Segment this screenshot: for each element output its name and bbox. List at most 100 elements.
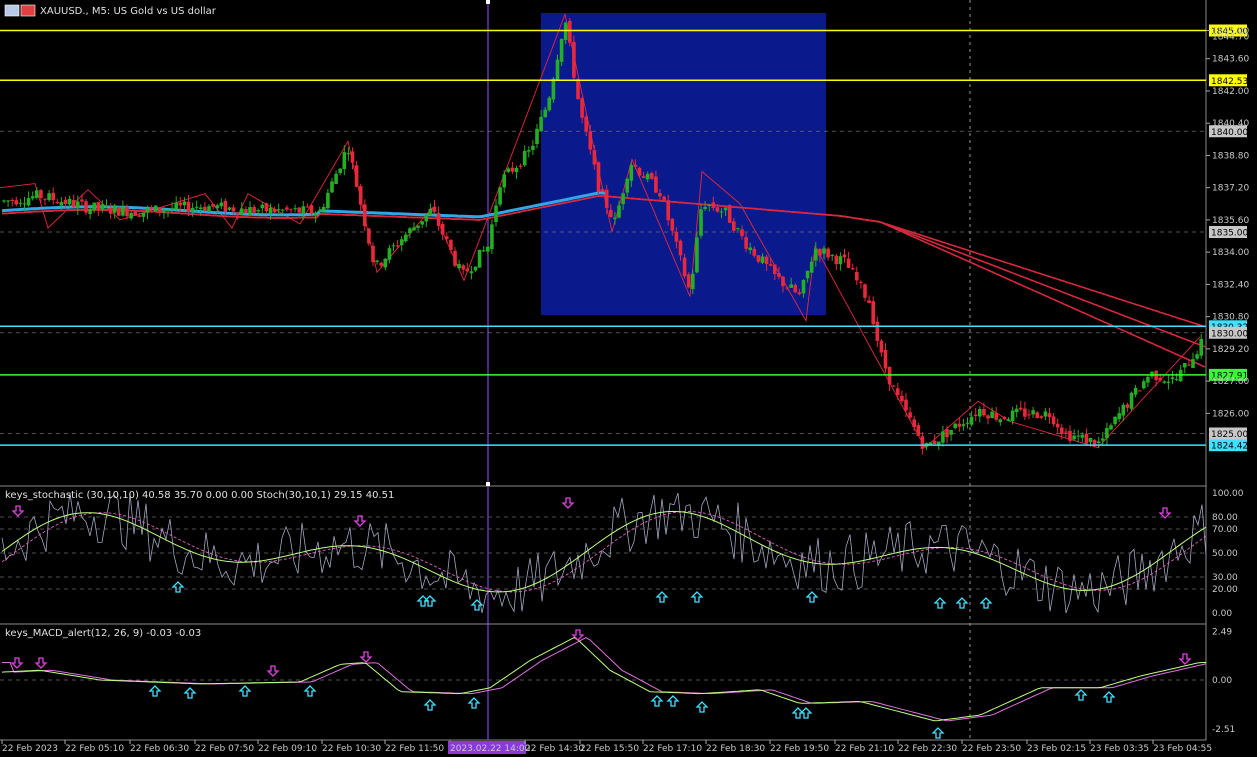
x-tick-label: 22 Feb 19:50 bbox=[770, 744, 829, 754]
macd-up-arrow bbox=[238, 685, 252, 697]
x-tick-label: 22 Feb 21:10 bbox=[835, 744, 894, 754]
candle-body bbox=[354, 165, 359, 187]
candle-body bbox=[149, 207, 154, 209]
candle-body bbox=[166, 210, 170, 211]
candle-body bbox=[92, 202, 96, 211]
x-tick-label: 23 Feb 02:15 bbox=[1027, 744, 1086, 754]
candle-body bbox=[104, 205, 109, 207]
candle-body bbox=[1166, 381, 1171, 383]
candle-body bbox=[498, 187, 502, 205]
candle-body bbox=[1031, 410, 1035, 415]
candle-body bbox=[174, 202, 178, 209]
x-tick-label: 22 Feb 23:50 bbox=[962, 744, 1021, 754]
macd-down-arrow bbox=[1178, 653, 1192, 665]
candle-body bbox=[39, 190, 43, 198]
candle-body bbox=[637, 167, 642, 176]
candle-body bbox=[186, 201, 191, 213]
candle-body bbox=[510, 167, 515, 172]
x-tick-label: 22 Feb 15:50 bbox=[580, 744, 639, 754]
candle-body bbox=[527, 150, 531, 152]
candle-body bbox=[781, 276, 785, 287]
candle-body bbox=[461, 265, 465, 270]
candle-body bbox=[539, 116, 543, 132]
y-tick-label: 1843.60 bbox=[1212, 55, 1249, 65]
stoch-down-arrow bbox=[1158, 507, 1172, 519]
candle-body bbox=[600, 189, 605, 192]
y-tick-label: 1840.40 bbox=[1212, 119, 1249, 129]
candle-body bbox=[1096, 441, 1101, 443]
stoch-up-arrow bbox=[655, 591, 669, 603]
stoch-tick-label: 70.00 bbox=[1212, 525, 1238, 535]
candle-body bbox=[367, 228, 371, 244]
x-tick-label: 22 Feb 14:30 bbox=[525, 744, 584, 754]
candle-body bbox=[1174, 379, 1179, 381]
candle-body bbox=[764, 256, 769, 264]
candle-body bbox=[43, 198, 47, 200]
stoch-up-arrow bbox=[955, 597, 969, 609]
y-tick-label: 1838.80 bbox=[1212, 151, 1249, 161]
candle-body bbox=[112, 205, 117, 213]
candle-body bbox=[63, 199, 68, 204]
candle-body bbox=[863, 284, 867, 298]
candle-body bbox=[1137, 390, 1142, 392]
macd-up-arrow bbox=[695, 701, 709, 713]
candle-body bbox=[153, 205, 158, 212]
candle-body bbox=[879, 340, 884, 353]
candle-body bbox=[1199, 338, 1203, 356]
candle-body bbox=[1125, 404, 1130, 408]
stoch-tick-label: 20.00 bbox=[1212, 585, 1238, 595]
stoch-up-arrow bbox=[979, 597, 993, 609]
candle-body bbox=[379, 262, 383, 266]
stoch-up-arrow bbox=[805, 591, 819, 603]
x-tick-label: 23 Feb 04:55 bbox=[1153, 744, 1212, 754]
candle-body bbox=[645, 173, 650, 180]
candle-body bbox=[973, 414, 978, 416]
candle-body bbox=[432, 206, 437, 212]
stoch-tick-label: 50.00 bbox=[1212, 549, 1238, 559]
candle-body bbox=[1121, 404, 1126, 416]
candle-body bbox=[568, 20, 572, 43]
candle-body bbox=[949, 430, 953, 435]
candle-body bbox=[170, 208, 174, 210]
stoch-up-arrow bbox=[171, 581, 185, 593]
candle-body bbox=[1146, 376, 1150, 383]
macd-down-arrow bbox=[34, 657, 48, 669]
candle-body bbox=[617, 205, 621, 218]
candle-body bbox=[1158, 377, 1162, 381]
candle-body bbox=[121, 206, 125, 216]
candle-body bbox=[465, 268, 470, 272]
macd-main-line bbox=[1, 637, 1206, 722]
candle-body bbox=[707, 204, 711, 206]
candle-body bbox=[211, 203, 215, 207]
candle-body bbox=[1113, 416, 1117, 425]
candle-body bbox=[391, 245, 396, 247]
stoch-title: keys_stochastic (30,10,10) 40.58 35.70 0… bbox=[5, 490, 394, 501]
macd-up-arrow bbox=[650, 695, 664, 707]
candle-body bbox=[748, 247, 752, 251]
candle-body bbox=[945, 429, 949, 438]
candle-body bbox=[1084, 433, 1089, 444]
candle-body bbox=[859, 281, 863, 283]
candle-body bbox=[543, 109, 547, 117]
macd-down-arrow bbox=[359, 651, 373, 663]
candle-body bbox=[1010, 410, 1015, 421]
candle-body bbox=[1072, 435, 1076, 440]
candle-body bbox=[1191, 359, 1195, 368]
macd-up-arrow bbox=[1102, 691, 1116, 703]
chart-canvas: 1845.001842.531830.321827.911824.421840.… bbox=[0, 0, 1249, 754]
candle-body bbox=[1035, 412, 1039, 419]
candle-body bbox=[67, 198, 72, 205]
candle-body bbox=[699, 209, 703, 236]
candle-body bbox=[773, 264, 777, 274]
stoch-down-arrow bbox=[11, 505, 25, 517]
candle-body bbox=[272, 208, 277, 213]
candle-body bbox=[695, 237, 699, 273]
candle-body bbox=[330, 181, 334, 193]
candle-body bbox=[711, 202, 716, 208]
candle-body bbox=[559, 39, 564, 62]
candle-body bbox=[309, 205, 314, 214]
x-tick-label: 22 Feb 11:50 bbox=[385, 744, 444, 754]
candle-body bbox=[395, 245, 400, 247]
candle-body bbox=[896, 388, 900, 395]
candle-body bbox=[494, 205, 498, 223]
